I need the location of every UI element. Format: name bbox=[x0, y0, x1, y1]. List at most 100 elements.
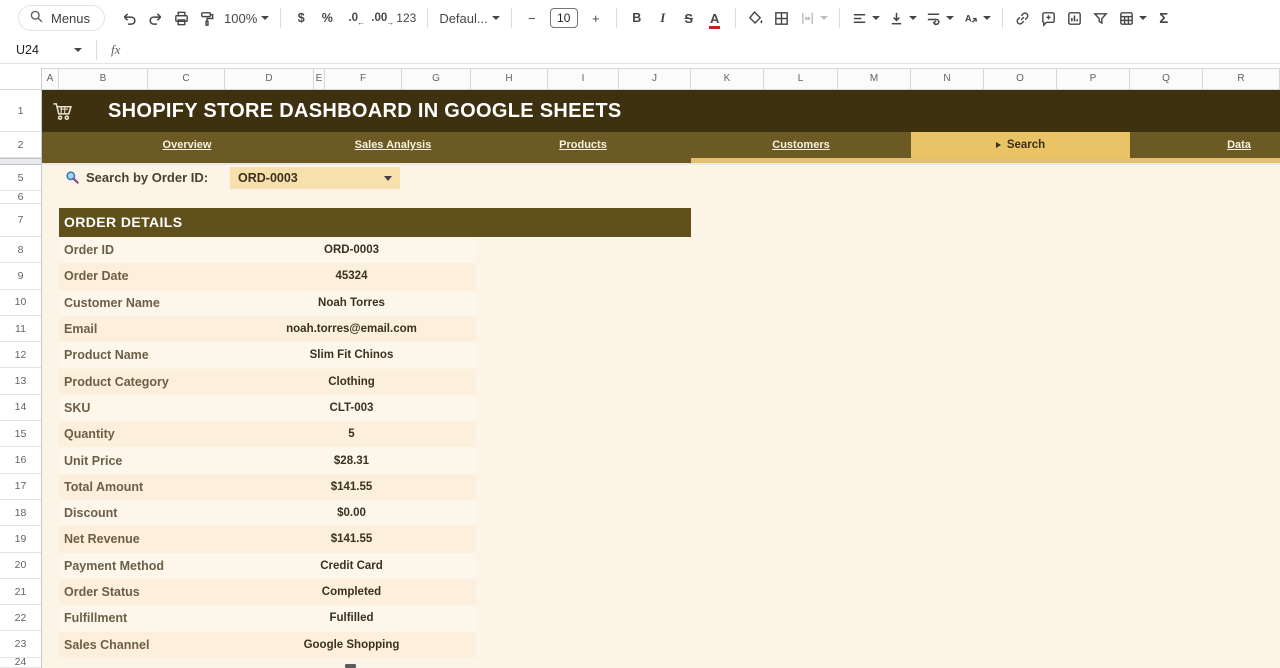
row-header-21[interactable]: 21 bbox=[0, 579, 41, 605]
insert-chart-button[interactable] bbox=[1063, 5, 1087, 31]
field-value-cell[interactable]: Google Shopping bbox=[227, 632, 476, 658]
zoom-select[interactable]: 100% bbox=[221, 5, 272, 31]
order-details-header[interactable]: ORDER DETAILS bbox=[59, 208, 691, 237]
tab-search[interactable]: Search bbox=[911, 132, 1130, 158]
field-label-cell[interactable]: Unit Price bbox=[64, 447, 122, 473]
field-label-cell[interactable]: Net Revenue bbox=[64, 526, 140, 552]
font-family-select[interactable]: Defaul... bbox=[436, 5, 502, 31]
order-id-dropdown[interactable]: ORD-0003 bbox=[230, 167, 400, 189]
field-label-cell[interactable]: Product Category bbox=[64, 369, 169, 395]
format-currency-button[interactable]: $ bbox=[289, 5, 313, 31]
fill-color-button[interactable] bbox=[744, 5, 768, 31]
borders-button[interactable] bbox=[770, 5, 794, 31]
row-header-18[interactable]: 18 bbox=[0, 500, 41, 526]
insert-comment-button[interactable] bbox=[1037, 5, 1061, 31]
select-all-corner[interactable] bbox=[0, 68, 42, 90]
row-header-8[interactable]: 8 bbox=[0, 237, 41, 263]
row-header-20[interactable]: 20 bbox=[0, 553, 41, 579]
merge-cells-button[interactable] bbox=[796, 5, 831, 31]
field-label-cell[interactable]: Fulfillment bbox=[64, 605, 127, 631]
insert-link-button[interactable] bbox=[1011, 5, 1035, 31]
row-header-2[interactable]: 2 bbox=[0, 132, 41, 158]
font-size-input[interactable]: 10 bbox=[550, 8, 578, 28]
print-button[interactable] bbox=[169, 5, 193, 31]
redo-button[interactable] bbox=[143, 5, 167, 31]
field-value-cell[interactable]: Completed bbox=[227, 579, 476, 605]
vertical-align-button[interactable] bbox=[885, 5, 920, 31]
dashboard-title-cell[interactable]: SHOPIFY STORE DASHBOARD IN GOOGLE SHEETS bbox=[42, 90, 1280, 132]
row-header-5[interactable]: 5 bbox=[0, 165, 41, 191]
field-value-cell[interactable]: 45324 bbox=[227, 263, 476, 289]
field-label-cell[interactable]: SKU bbox=[64, 395, 90, 421]
row-header-11[interactable]: 11 bbox=[0, 316, 41, 342]
row-header-10[interactable]: 10 bbox=[0, 290, 41, 316]
field-value-cell[interactable]: noah.torres@email.com bbox=[227, 316, 476, 342]
row-header-22[interactable]: 22 bbox=[0, 605, 41, 631]
field-value-cell[interactable]: ORD-0003 bbox=[227, 237, 476, 263]
text-rotation-button[interactable]: A bbox=[959, 5, 994, 31]
functions-button[interactable]: Σ bbox=[1152, 5, 1176, 31]
row-header-13[interactable]: 13 bbox=[0, 369, 41, 395]
field-value-cell[interactable]: $141.55 bbox=[227, 526, 476, 552]
name-box[interactable]: U24 bbox=[0, 43, 74, 57]
row-header-17[interactable]: 17 bbox=[0, 474, 41, 500]
field-label-cell[interactable]: Customer Name bbox=[64, 290, 160, 316]
bold-button[interactable]: B bbox=[625, 5, 649, 31]
field-value-cell[interactable]: Noah Torres bbox=[227, 290, 476, 316]
row-header-24[interactable]: 24 bbox=[0, 658, 41, 668]
field-label-cell[interactable]: Sales Channel bbox=[64, 632, 149, 658]
field-label-cell[interactable]: Email bbox=[64, 316, 97, 342]
row-header-16[interactable]: 16 bbox=[0, 447, 41, 473]
formula-input[interactable] bbox=[120, 36, 1280, 63]
field-label-cell[interactable]: Discount bbox=[64, 500, 117, 526]
insert-table-button[interactable] bbox=[1115, 5, 1150, 31]
field-label-cell[interactable]: Product Name bbox=[64, 342, 149, 368]
field-value-cell[interactable]: Credit Card bbox=[227, 553, 476, 579]
decrease-decimal-button[interactable]: .0← bbox=[341, 5, 365, 31]
row-header-19[interactable]: 19 bbox=[0, 526, 41, 552]
create-filter-button[interactable] bbox=[1089, 5, 1113, 31]
text-wrap-button[interactable] bbox=[922, 5, 957, 31]
field-label-cell[interactable]: Quantity bbox=[64, 421, 115, 447]
field-value-cell[interactable]: $0.00 bbox=[227, 500, 476, 526]
paint-format-button[interactable] bbox=[195, 5, 219, 31]
row-header-14[interactable]: 14 bbox=[0, 395, 41, 421]
tab-data[interactable]: Data bbox=[1227, 132, 1251, 158]
strikethrough-button[interactable]: S bbox=[677, 5, 701, 31]
format-percent-button[interactable]: % bbox=[315, 5, 339, 31]
field-label-cell[interactable]: Total Amount bbox=[64, 474, 143, 500]
field-label-cell[interactable]: Order ID bbox=[64, 237, 114, 263]
field-value-cell[interactable]: 5 bbox=[227, 421, 476, 447]
number-format-button[interactable]: 123 bbox=[393, 5, 419, 31]
horizontal-align-button[interactable] bbox=[848, 5, 883, 31]
field-value-cell[interactable]: CLT-003 bbox=[227, 395, 476, 421]
tab-sales-analysis[interactable]: Sales Analysis bbox=[355, 132, 432, 158]
row-header-23[interactable]: 23 bbox=[0, 632, 41, 658]
row-header-9[interactable]: 9 bbox=[0, 263, 41, 289]
field-value-cell[interactable]: Slim Fit Chinos bbox=[227, 342, 476, 368]
italic-button[interactable]: I bbox=[651, 5, 675, 31]
field-label-cell[interactable]: Payment Method bbox=[64, 553, 164, 579]
row-header-15[interactable]: 15 bbox=[0, 421, 41, 447]
field-value-cell[interactable]: Fulfilled bbox=[227, 605, 476, 631]
field-value-cell[interactable]: Clothing bbox=[227, 369, 476, 395]
decrease-font-size-button[interactable]: − bbox=[520, 5, 544, 31]
tab-products[interactable]: Products bbox=[559, 132, 607, 158]
field-label-cell[interactable]: Order Date bbox=[64, 263, 129, 289]
field-value-cell[interactable]: $141.55 bbox=[227, 474, 476, 500]
field-value-cell[interactable]: $28.31 bbox=[227, 447, 476, 473]
tab-overview[interactable]: Overview bbox=[163, 132, 212, 158]
increase-font-size-button[interactable]: + bbox=[584, 5, 608, 31]
row-header-6[interactable]: 6 bbox=[0, 191, 41, 204]
row-header-7[interactable]: 7 bbox=[0, 204, 41, 237]
field-label-cell[interactable]: Order Status bbox=[64, 579, 140, 605]
text-color-button[interactable]: A bbox=[703, 5, 727, 31]
tab-customers[interactable]: Customers bbox=[772, 132, 829, 158]
menus-button[interactable]: Menus bbox=[18, 5, 105, 31]
row-header-1[interactable]: 1 bbox=[0, 90, 41, 132]
row-header-12[interactable]: 12 bbox=[0, 342, 41, 368]
undo-button[interactable] bbox=[117, 5, 141, 31]
increase-decimal-button[interactable]: .00→ bbox=[367, 5, 391, 31]
chevron-down-icon[interactable] bbox=[74, 48, 82, 52]
search-by-order-label[interactable]: Search by Order ID: bbox=[86, 165, 208, 191]
